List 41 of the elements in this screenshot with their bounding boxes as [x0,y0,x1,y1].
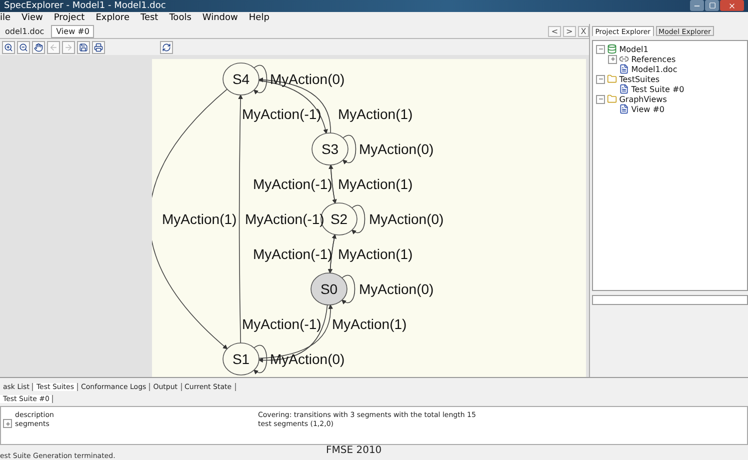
menu-item[interactable]: View [22,12,43,23]
transition-label: MyAction(-1) [242,316,322,332]
tab-control-button[interactable]: > [563,26,576,36]
transition-label: MyAction(0) [369,211,444,227]
tree-item[interactable]: Test Suite #0 [631,84,684,94]
document-tab[interactable]: odel1.doc [0,24,50,38]
window-title: SpecExplorer - Model1 - Model1.doc [4,0,166,11]
transition-label: MyAction(1) [162,211,237,227]
tree-item[interactable]: References [631,54,676,64]
document-tab[interactable]: View #0 [51,24,94,38]
transition-label: MyAction(1) [332,316,407,332]
transition-label: MyAction(-1) [242,106,322,122]
menu-item[interactable]: Project [54,12,85,23]
tree-item[interactable]: View #0 [631,104,665,114]
tab-control-button[interactable]: < [548,26,562,36]
transition-label: MyAction(1) [338,246,413,262]
menu-item[interactable]: Help [248,12,270,23]
transition-label: MyAction(0) [270,351,345,367]
menu-item[interactable]: Tools [169,12,192,23]
tree-item[interactable]: GraphViews [619,94,667,104]
slide-footer: FMSE 2010 [326,445,382,456]
tree-item[interactable]: Model1.doc [631,64,678,74]
state-label: S2 [330,211,348,227]
state-label: S0 [320,281,338,297]
transition-label: MyAction(1) [338,176,413,192]
menu-item[interactable]: ile [0,12,11,23]
state-label: S3 [321,141,339,157]
transition-label: MyAction(0) [359,281,434,297]
transition-label: MyAction(-1) [253,176,332,192]
tree-item[interactable]: TestSuites [619,74,660,84]
transition-label: MyAction(0) [359,141,434,157]
transition-label: MyAction(0) [270,71,345,87]
menu-item[interactable]: Explore [96,12,130,23]
tab-control-button[interactable]: X [578,26,590,36]
menu-item[interactable]: Window [202,12,238,23]
state-label: S4 [232,71,250,87]
transition-label: MyAction(1) [338,106,413,122]
transition-label: MyAction(-1) [253,246,332,262]
menu-item[interactable]: Test [140,12,158,23]
state-label: S1 [232,351,250,367]
tree-item[interactable]: Model1 [619,44,648,54]
